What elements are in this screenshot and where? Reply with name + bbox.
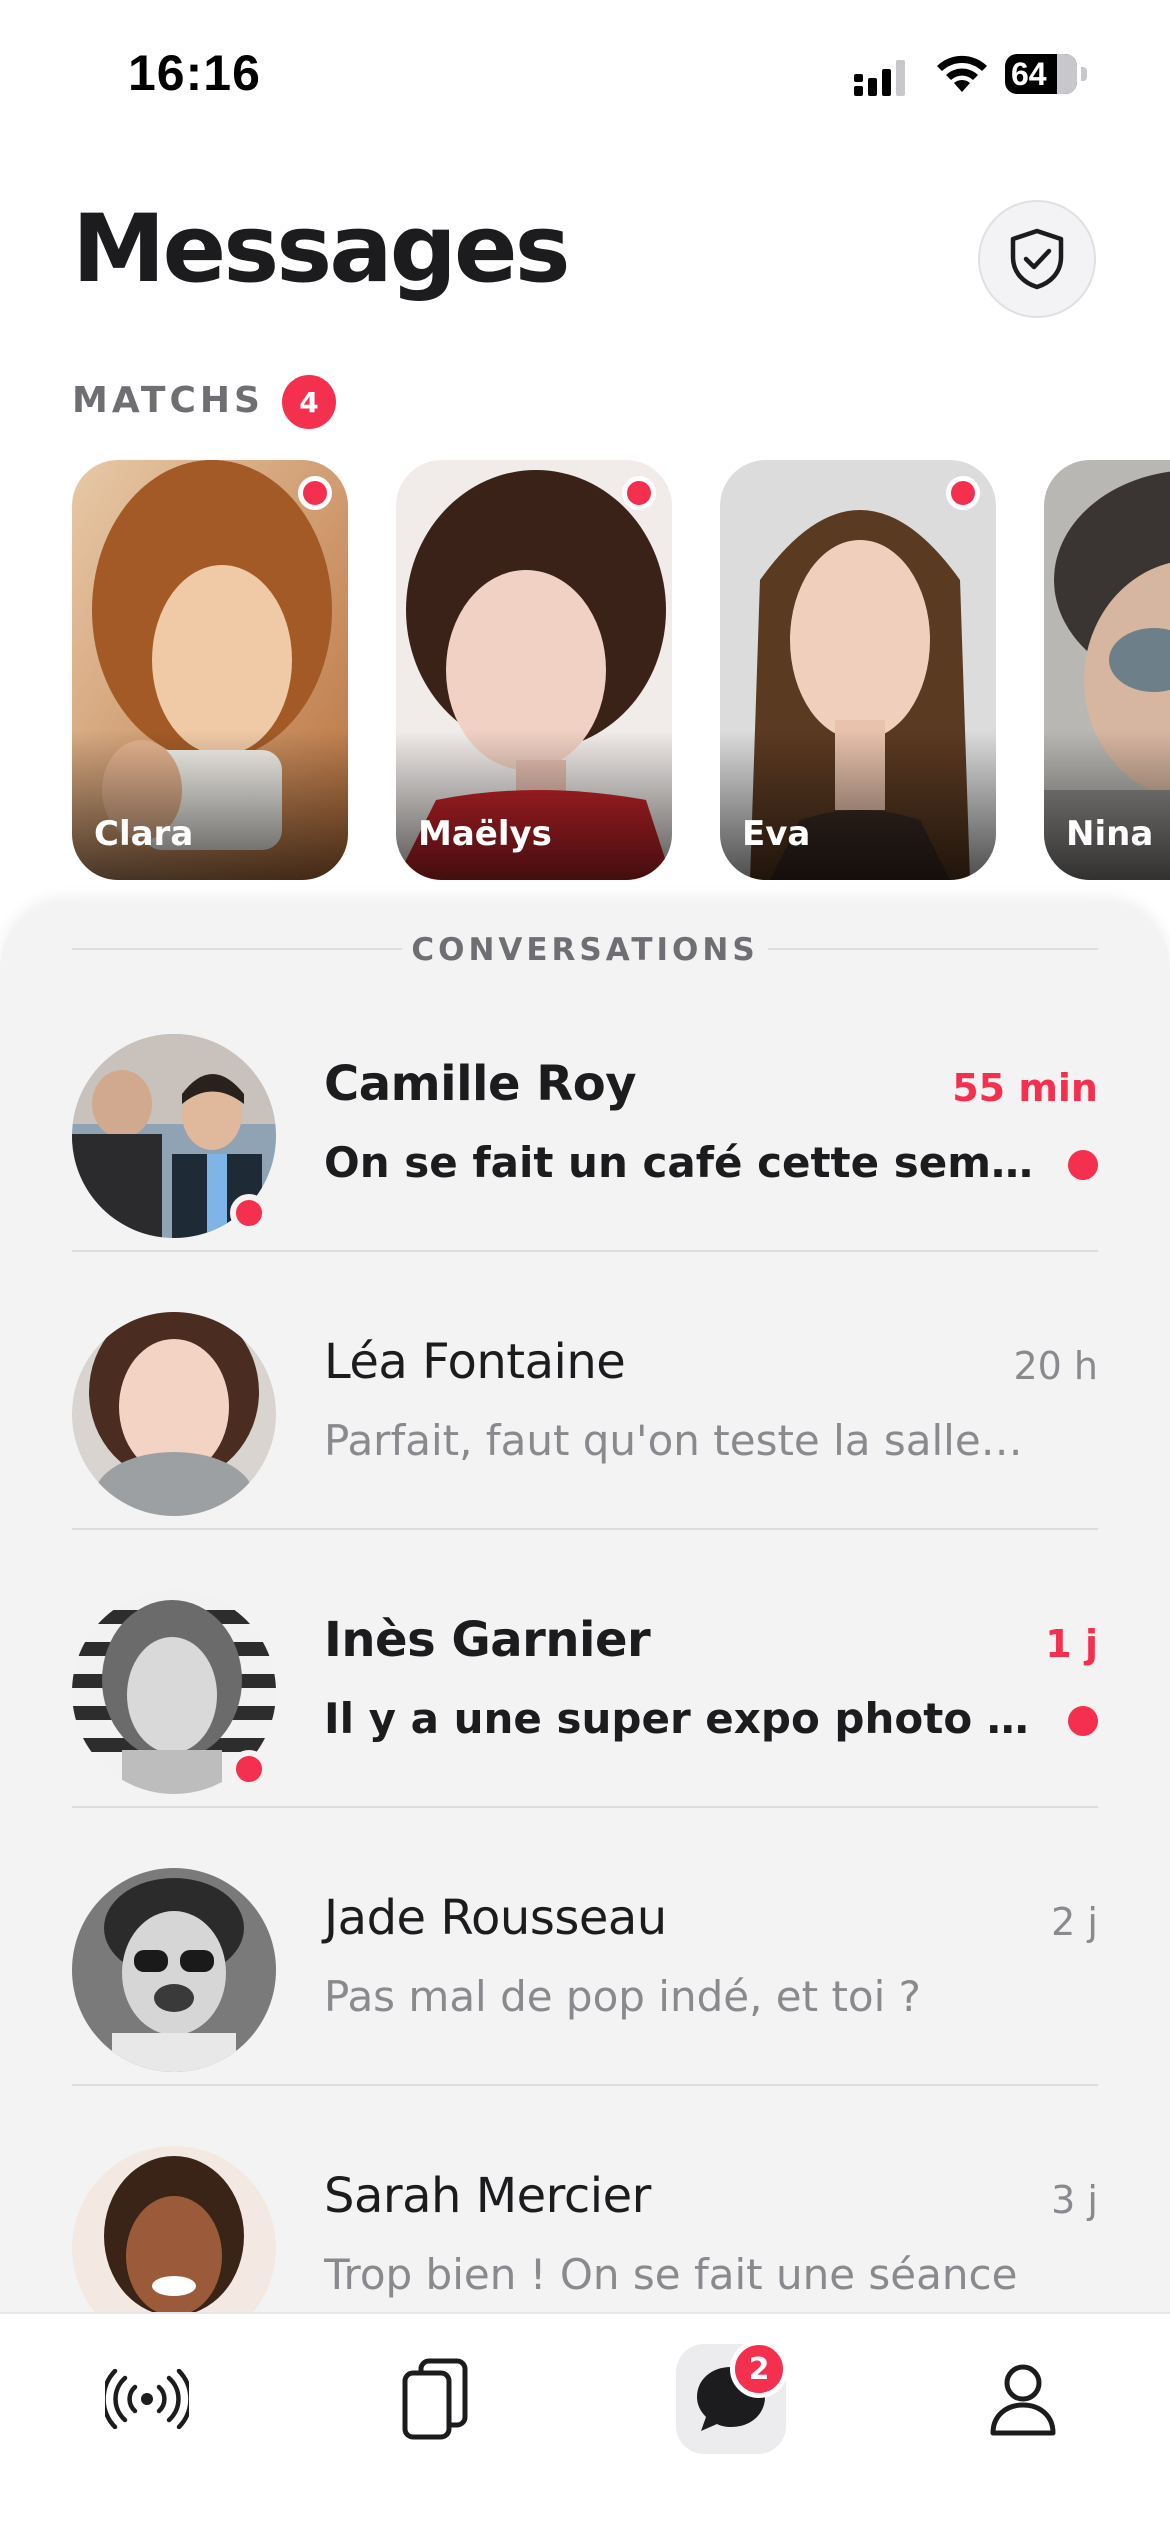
match-name: Maëlys [418, 814, 552, 854]
conversation-row[interactable]: Léa Fontaine 20 h Parfait, faut qu'on te… [72, 1252, 1098, 1530]
unread-indicator [1068, 1150, 1098, 1180]
contact-name: Léa Fontaine [324, 1334, 626, 1390]
status-time: 16:16 [128, 45, 261, 101]
contact-name: Jade Rousseau [324, 1890, 667, 1946]
tab-bar: 2 [0, 2312, 1170, 2534]
conversation-row[interactable]: Jade Rousseau 2 j Pas mal de pop indé, e… [72, 1808, 1098, 2086]
message-preview: Il y a une super expo photo au musée [324, 1694, 1036, 1743]
avatar [72, 1312, 276, 1516]
unread-indicator [1068, 1706, 1098, 1736]
conversations-panel[interactable]: CONVERSATIONS Camille Roy 55 min On se f… [0, 902, 1170, 2312]
match-name: Eva [742, 814, 811, 854]
contact-name: Camille Roy [324, 1056, 636, 1112]
cellular-signal-icon [854, 60, 905, 96]
avatar [72, 2146, 276, 2312]
battery-icon: 64 [1005, 54, 1087, 94]
cards-stack-icon [402, 2358, 468, 2440]
new-match-dot [298, 476, 332, 510]
messages-unread-badge: 2 [730, 2340, 788, 2398]
message-time: 55 min [952, 1066, 1098, 1110]
online-indicator [230, 1750, 268, 1788]
online-indicator [230, 1194, 268, 1232]
message-preview: Parfait, faut qu'on teste la salle en vi… [324, 1416, 1036, 1465]
avatar [72, 1868, 276, 2072]
message-time: 1 j [1045, 1622, 1098, 1666]
new-match-dot [946, 476, 980, 510]
live-broadcast-icon [105, 2369, 189, 2429]
message-preview: On se fait un café cette semaine ? [324, 1138, 1036, 1187]
contact-name: Inès Garnier [324, 1612, 651, 1668]
match-name: Nina [1066, 814, 1154, 854]
conversation-row[interactable]: Camille Roy 55 min On se fait un café ce… [72, 974, 1098, 1252]
match-card-maelys[interactable]: Maëlys [396, 460, 672, 880]
match-card-eva[interactable]: Eva [720, 460, 996, 880]
conversations-label: CONVERSATIONS [411, 932, 759, 968]
shield-check-icon [1010, 228, 1064, 290]
status-bar: 16:16 64 [0, 0, 1170, 150]
profile-icon [990, 2364, 1056, 2436]
tab-cards[interactable] [380, 2344, 490, 2454]
tab-live[interactable] [92, 2344, 202, 2454]
tab-messages[interactable]: 2 [676, 2340, 788, 2454]
page-title: Messages [72, 195, 571, 304]
contact-name: Sarah Mercier [324, 2168, 651, 2224]
divider [768, 948, 1098, 950]
match-card-nina[interactable]: Nina [1044, 460, 1170, 880]
new-match-dot [622, 476, 656, 510]
matches-count-badge: 4 [282, 375, 336, 429]
tab-profile[interactable] [968, 2344, 1078, 2454]
message-time: 20 h [1013, 1344, 1098, 1388]
match-card-clara[interactable]: Clara [72, 460, 348, 880]
matches-carousel[interactable]: Clara Maëlys Eva Nina [72, 460, 1170, 880]
message-time: 3 j [1051, 2178, 1098, 2222]
battery-level: 64 [1011, 56, 1047, 92]
message-preview: Pas mal de pop indé, et toi ? [324, 1972, 921, 2021]
wifi-icon [937, 55, 987, 92]
matches-label: MATCHS [72, 380, 264, 421]
message-time: 2 j [1051, 1900, 1098, 1944]
conversation-row[interactable]: Inès Garnier 1 j Il y a une super expo p… [72, 1530, 1098, 1808]
message-preview: Trop bien ! On se fait une séance [324, 2250, 1018, 2299]
conversation-row[interactable]: Sarah Mercier 3 j Trop bien ! On se fait… [72, 2086, 1098, 2312]
safety-shield-button[interactable] [978, 200, 1096, 318]
match-name: Clara [94, 814, 194, 854]
